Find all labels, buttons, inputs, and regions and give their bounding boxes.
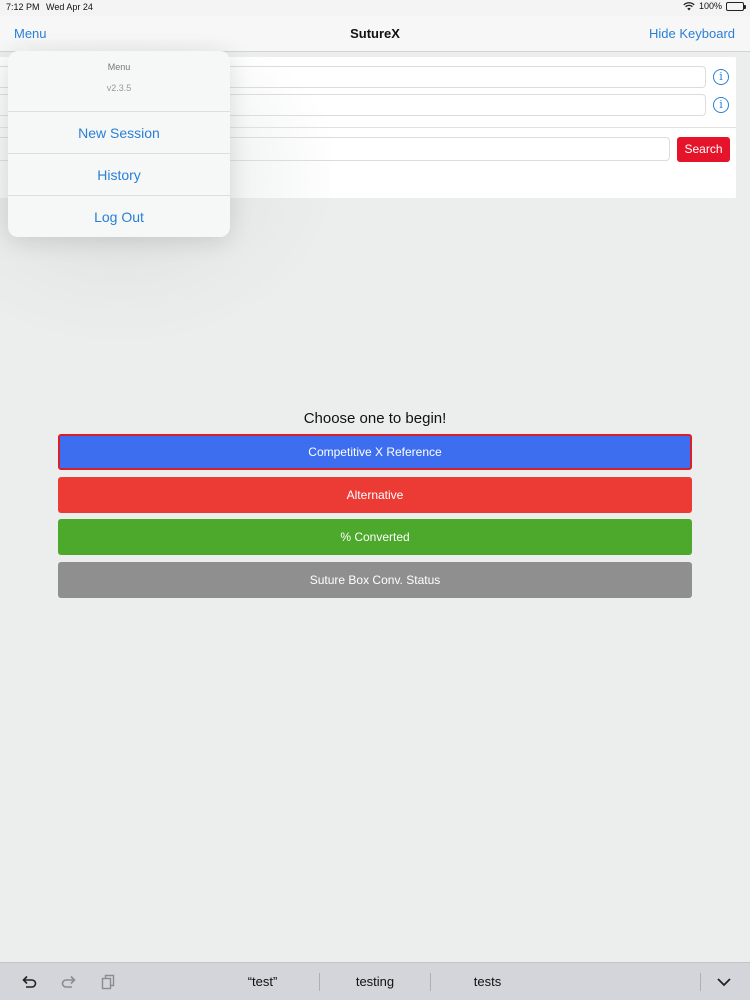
menu-item-history[interactable]: History bbox=[8, 153, 230, 195]
keyboard-suggestion-bar: “test” testing tests bbox=[0, 962, 750, 1000]
navigation-bar: Menu SutureX Hide Keyboard bbox=[0, 16, 750, 52]
status-time: 7:12 PM bbox=[6, 2, 40, 12]
suggestion-divider bbox=[700, 973, 701, 991]
suggestion-3[interactable]: tests bbox=[430, 963, 545, 1000]
suggestion-2[interactable]: testing bbox=[320, 963, 430, 1000]
chevron-down-icon[interactable] bbox=[715, 973, 733, 991]
undo-icon[interactable] bbox=[20, 973, 38, 991]
menu-item-log-out[interactable]: Log Out bbox=[8, 195, 230, 237]
percent-converted-button[interactable]: % Converted bbox=[58, 519, 692, 555]
alternative-button[interactable]: Alternative bbox=[58, 477, 692, 513]
status-date: Wed Apr 24 bbox=[46, 2, 93, 12]
popover-title: Menu bbox=[107, 62, 131, 72]
page-title: SutureX bbox=[350, 26, 400, 41]
redo-icon[interactable] bbox=[60, 973, 78, 991]
competitive-x-reference-button[interactable]: Competitive X Reference bbox=[58, 434, 692, 470]
app-version: v2.3.5 bbox=[106, 83, 132, 93]
status-bar: 7:12 PM Wed Apr 24 100% bbox=[0, 0, 750, 16]
choose-prompt: Choose one to begin! bbox=[303, 410, 447, 427]
suggestion-1[interactable]: “test” bbox=[205, 963, 320, 1000]
menu-popover: Menu v2.3.5 New Session History Log Out bbox=[8, 51, 230, 237]
hide-keyboard-button[interactable]: Hide Keyboard bbox=[649, 26, 735, 41]
battery-percent: 100% bbox=[698, 1, 722, 11]
suture-box-conv-status-button[interactable]: Suture Box Conv. Status bbox=[58, 562, 692, 598]
battery-icon bbox=[726, 1, 746, 11]
wifi-icon bbox=[683, 1, 695, 11]
info-icon[interactable]: i bbox=[713, 69, 729, 85]
menu-item-new-session[interactable]: New Session bbox=[8, 111, 230, 153]
status-right: 100% bbox=[683, 1, 746, 11]
paste-icon[interactable] bbox=[99, 973, 117, 991]
info-icon[interactable]: i bbox=[713, 97, 729, 113]
search-button[interactable]: Search bbox=[677, 137, 730, 162]
